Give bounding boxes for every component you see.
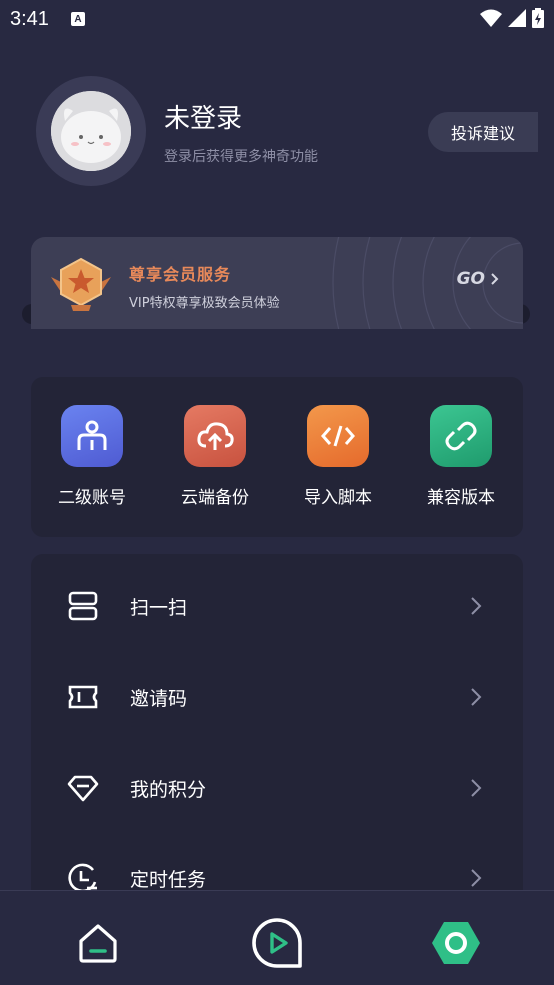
vip-subtitle: VIP特权尊享极致会员体验 (129, 296, 280, 311)
menu-label: 定时任务 (130, 868, 207, 891)
notification-a-icon: A (70, 12, 85, 26)
status-time: 3:41 (10, 7, 49, 30)
signal-icon (508, 9, 526, 27)
hexagon-settings-icon (432, 922, 480, 964)
tab-home[interactable] (68, 913, 128, 973)
tab-play[interactable] (247, 913, 307, 973)
tool-label: 二级账号 (58, 488, 126, 508)
bottom-tab-bar (0, 890, 554, 985)
tool-compat-version[interactable]: 兼容版本 (406, 405, 516, 508)
chevron-right-icon (491, 273, 499, 285)
login-hint: 登录后获得更多神奇功能 (164, 149, 318, 165)
tool-sub-account[interactable]: 二级账号 (37, 405, 147, 508)
menu-label: 邀请码 (130, 687, 188, 710)
menu-item-invite-code[interactable]: 邀请码 (31, 662, 523, 732)
avatar-image (51, 91, 131, 171)
tool-import-script[interactable]: 导入脚本 (283, 405, 393, 508)
vip-go-label: GO (456, 269, 485, 289)
vip-banner[interactable]: 尊享会员服务 VIP特权尊享极致会员体验 GO (31, 237, 523, 329)
chevron-right-icon (471, 779, 482, 797)
status-bar: 3:41 A (0, 0, 554, 38)
diamond-icon (67, 775, 99, 802)
username[interactable]: 未登录 (164, 98, 242, 135)
scan-icon (68, 591, 98, 621)
cat-avatar-icon (51, 91, 131, 171)
link-icon (430, 405, 492, 467)
tool-cloud-backup[interactable]: 云端备份 (160, 405, 270, 508)
menu-label: 扫一扫 (130, 596, 188, 619)
complaint-button[interactable]: 投诉建议 (428, 112, 538, 152)
chevron-right-icon (471, 597, 482, 615)
vip-go-button[interactable]: GO (457, 269, 499, 289)
code-icon (307, 405, 369, 467)
tool-label: 云端备份 (181, 488, 249, 508)
menu-item-points[interactable]: 我的积分 (31, 753, 523, 823)
vip-title: 尊享会员服务 (129, 265, 232, 284)
menu-item-scan[interactable]: 扫一扫 (31, 571, 523, 641)
menu-label: 我的积分 (130, 778, 207, 801)
home-icon (79, 924, 117, 963)
sub-account-icon (61, 405, 123, 467)
status-icons (480, 8, 544, 28)
tab-settings[interactable] (426, 913, 486, 973)
menu-list: 扫一扫 邀请码 我的积分 定时任务 (31, 554, 523, 914)
play-icon (252, 918, 302, 968)
cloud-upload-icon (184, 405, 246, 467)
vip-medal-icon (51, 257, 111, 311)
wifi-icon (480, 9, 502, 27)
chevron-right-icon (471, 688, 482, 706)
battery-icon (532, 8, 544, 28)
ticket-icon (68, 685, 98, 709)
profile-section: 未登录 登录后获得更多神奇功能 投诉建议 (36, 76, 538, 186)
chevron-right-icon (471, 869, 482, 887)
avatar[interactable] (36, 76, 146, 186)
tool-label: 兼容版本 (427, 488, 495, 508)
tool-label: 导入脚本 (304, 488, 372, 508)
tools-grid: 二级账号 云端备份 导入脚本 兼容版本 (31, 377, 523, 537)
